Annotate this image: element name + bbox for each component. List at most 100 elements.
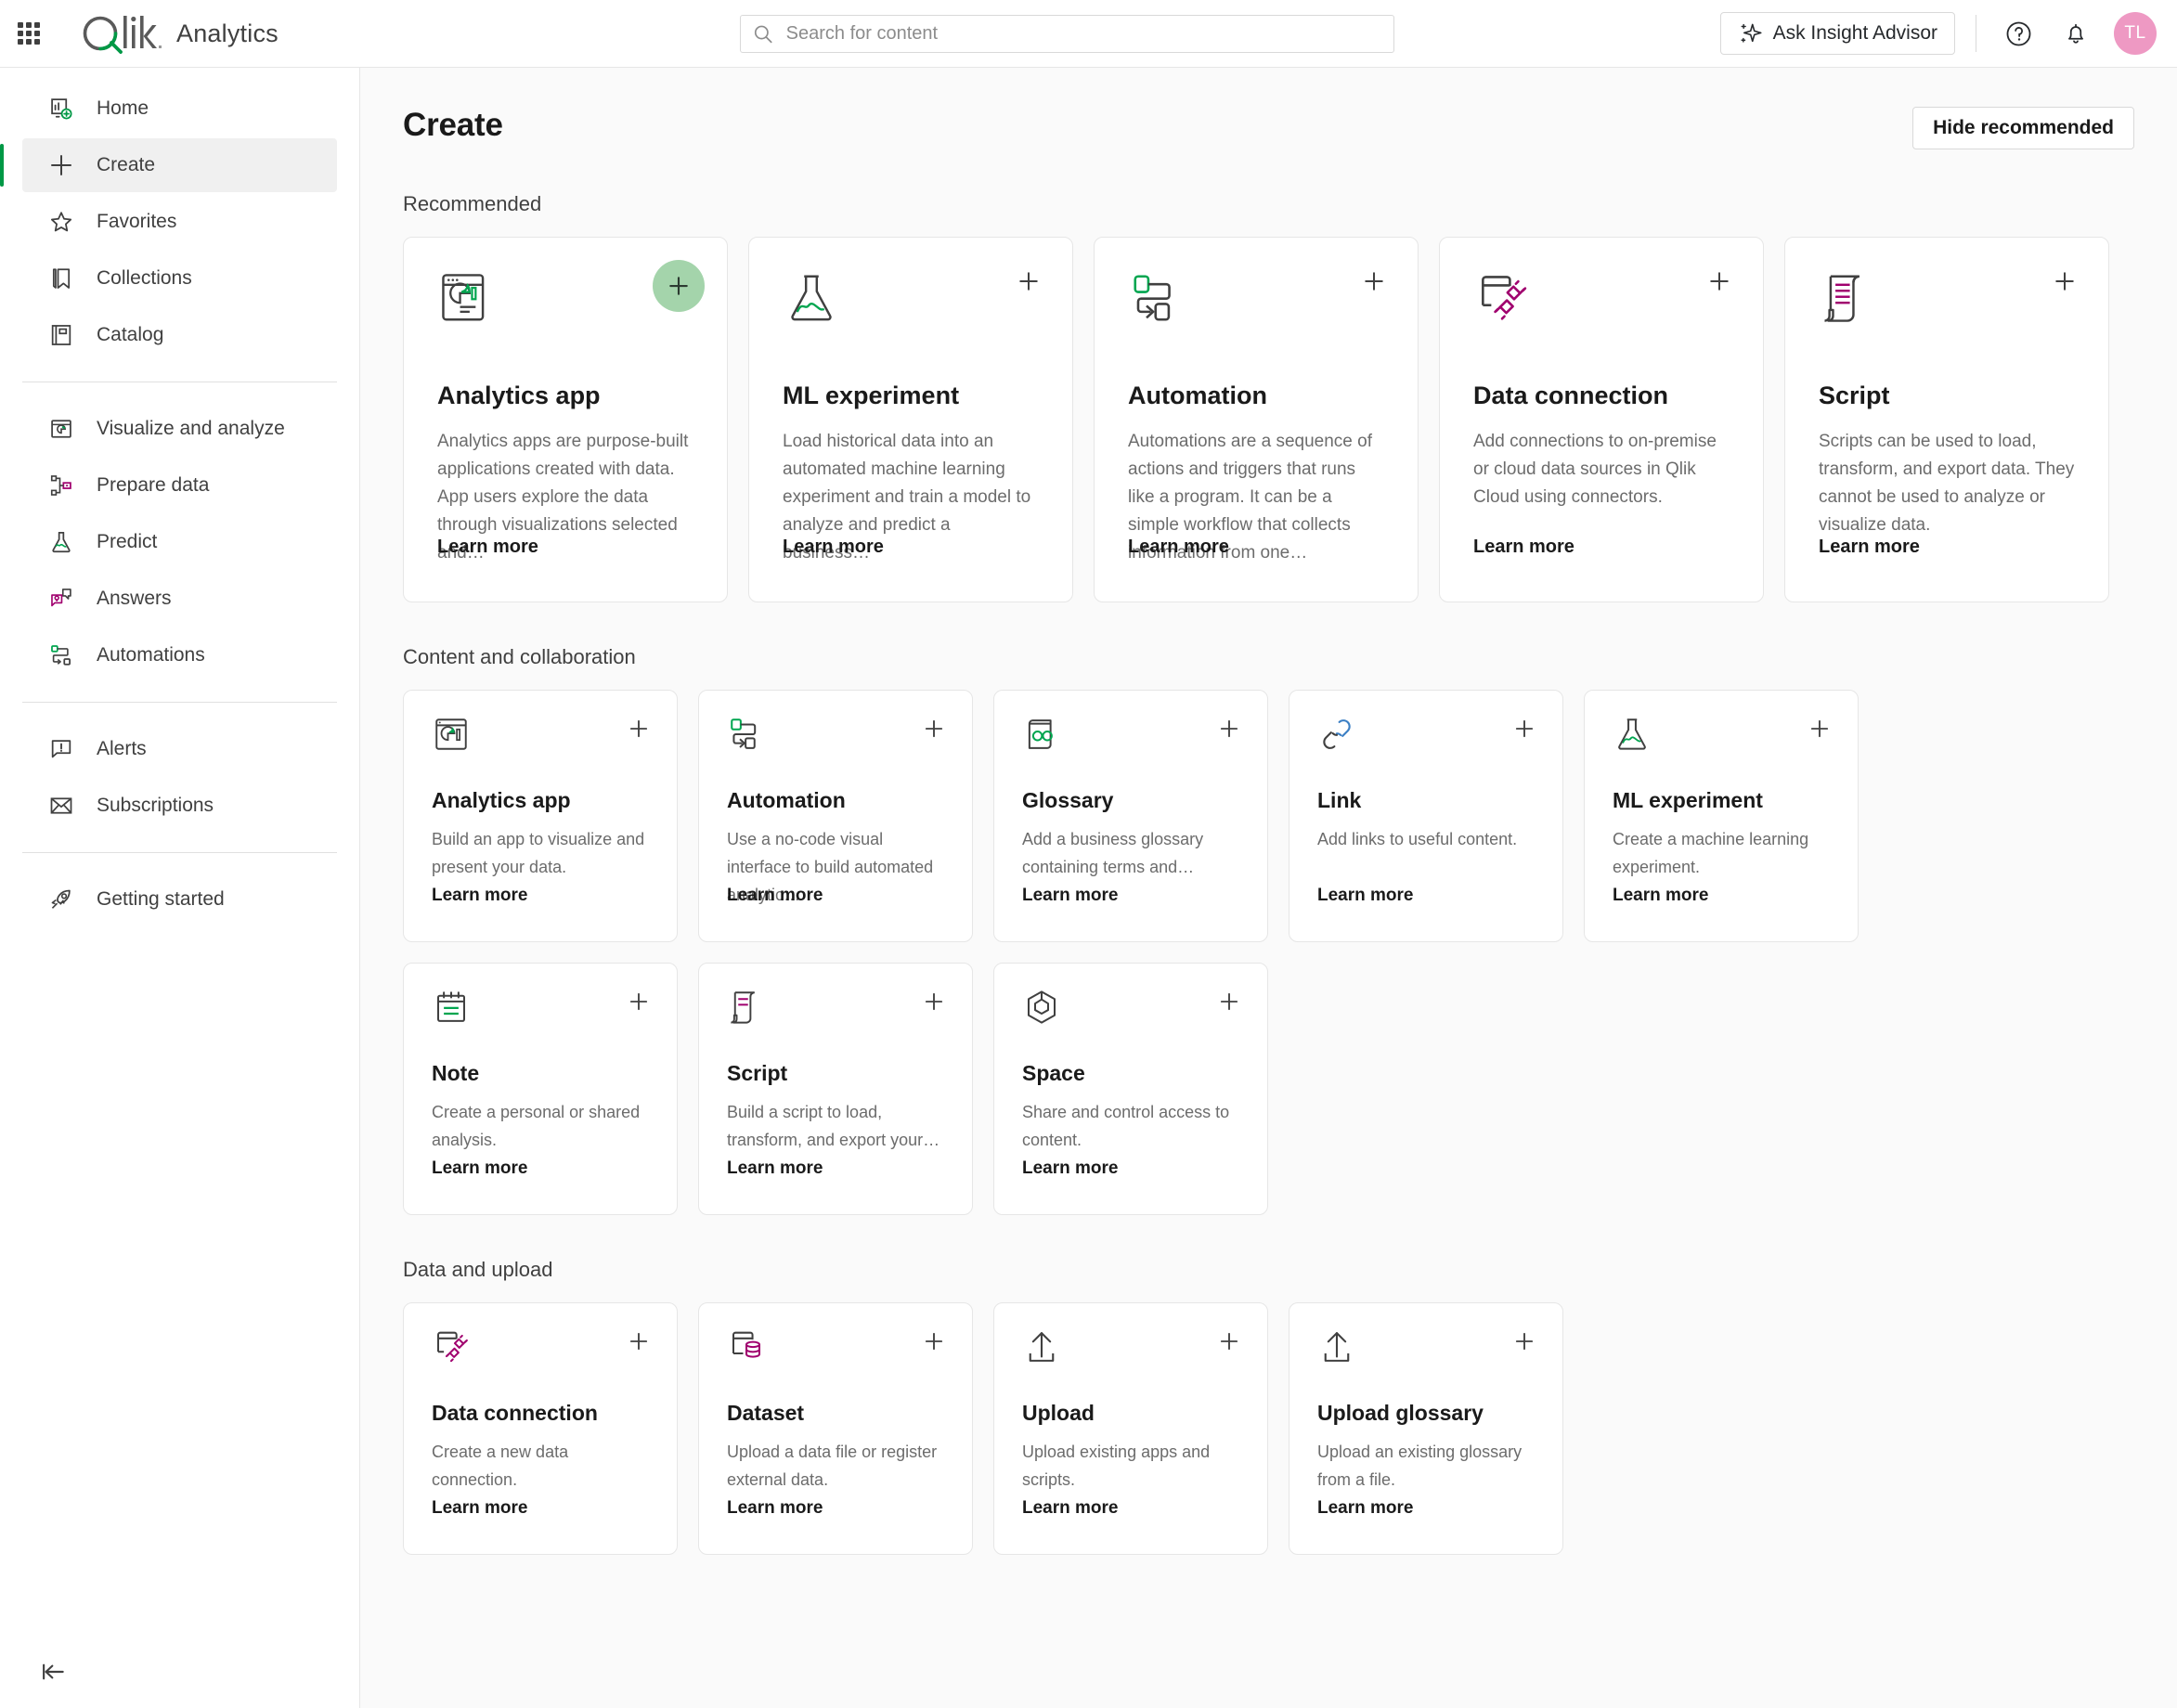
help-button[interactable]	[1997, 12, 2040, 55]
recommended-card-script[interactable]: Script Scripts can be used to load, tran…	[1784, 237, 2109, 602]
sidebar-item-create[interactable]: Create	[0, 138, 337, 192]
learn-more-link[interactable]: Learn more	[1613, 886, 1708, 906]
add-button[interactable]	[1358, 265, 1390, 297]
add-button[interactable]	[1704, 265, 1735, 297]
card-link[interactable]: Link Add links to useful content. Learn …	[1289, 690, 1563, 942]
card-title: Space	[1022, 1061, 1085, 1085]
add-button[interactable]	[1510, 1327, 1538, 1355]
card-data-connection[interactable]: Data connection Create a new data connec…	[403, 1302, 678, 1555]
learn-more-link[interactable]: Learn more	[1022, 1498, 1118, 1519]
collapse-sidebar-button[interactable]	[37, 1656, 69, 1688]
collapse-left-icon	[43, 1663, 64, 1680]
add-button[interactable]	[625, 715, 653, 743]
learn-more-link[interactable]: Learn more	[727, 1498, 823, 1519]
card-analytics-app[interactable]: Analytics app Build an app to visualize …	[403, 690, 678, 942]
learn-more-link[interactable]: Learn more	[727, 1158, 823, 1179]
sidebar-item-home[interactable]: Home	[22, 82, 337, 136]
sidebar-item-collections[interactable]: Collections	[22, 252, 337, 305]
add-button[interactable]	[920, 715, 948, 743]
card-automation[interactable]: Automation Use a no-code visual interfac…	[698, 690, 973, 942]
learn-more-link[interactable]: Learn more	[727, 886, 823, 906]
bell-icon	[2068, 23, 2083, 44]
note-icon	[432, 988, 649, 1036]
plus-icon	[1220, 1332, 1238, 1351]
card-dataset[interactable]: Dataset Upload a data file or register e…	[698, 1302, 973, 1555]
add-button[interactable]	[920, 988, 948, 1016]
ask-insight-advisor-button[interactable]: Ask Insight Advisor	[1719, 12, 1955, 55]
sidebar-item-alerts[interactable]: Alerts	[22, 722, 337, 776]
add-button[interactable]	[1806, 715, 1834, 743]
learn-more-link[interactable]: Learn more	[1317, 1498, 1413, 1519]
sidebar-item-label: Getting started	[97, 888, 225, 910]
add-button[interactable]	[1215, 1327, 1243, 1355]
card-title: Link	[1317, 788, 1362, 812]
notifications-button[interactable]	[2054, 12, 2097, 55]
search-input[interactable]	[785, 23, 1382, 45]
page-title: Create	[403, 107, 503, 143]
sidebar-item-visualize-and-analyze[interactable]: Visualize and analyze	[22, 402, 337, 456]
card-ml-experiment[interactable]: ML experiment Create a machine learning …	[1584, 690, 1859, 942]
card-upload[interactable]: Upload Upload existing apps and scripts.…	[993, 1302, 1268, 1555]
main-content: Create Hide recommended Recommended Anal…	[360, 68, 2177, 1708]
sidebar-item-prepare-data[interactable]: Prepare data	[22, 459, 337, 512]
recommended-card-analytics-app[interactable]: Analytics app Analytics apps are purpose…	[403, 237, 728, 602]
chat-bubbles-icon	[46, 584, 76, 614]
add-button[interactable]	[2049, 265, 2080, 297]
sidebar-item-label: Predict	[97, 531, 158, 552]
card-description: Add a business glossary containing terms…	[1022, 830, 1204, 876]
sidebar-group-help: Getting started	[0, 859, 359, 940]
add-button[interactable]	[625, 1327, 653, 1355]
app-launcher-grid-icon[interactable]	[15, 19, 43, 47]
data-upload-card-grid: Data connection Create a new data connec…	[403, 1302, 2134, 1555]
user-avatar[interactable]: TL	[2114, 12, 2157, 55]
brand-home-link[interactable]: Analytics	[78, 13, 279, 54]
link-icon	[1317, 715, 1535, 763]
sidebar-item-automations[interactable]: Automations	[22, 628, 337, 682]
add-button[interactable]	[625, 988, 653, 1016]
plus-icon	[1365, 272, 1383, 291]
learn-more-link[interactable]: Learn more	[1022, 886, 1118, 906]
card-note[interactable]: Note Create a personal or shared analysi…	[403, 963, 678, 1215]
section-title-recommended: Recommended	[403, 192, 542, 215]
plus-icon	[1810, 719, 1829, 738]
page-header: Create Hide recommended	[403, 107, 2134, 149]
sidebar-item-favorites[interactable]: Favorites	[22, 195, 337, 249]
card-space[interactable]: Space Share and control access to conten…	[993, 963, 1268, 1215]
avatar-initials: TL	[2124, 23, 2146, 43]
learn-more-link[interactable]: Learn more	[432, 1498, 527, 1519]
add-button[interactable]	[1215, 715, 1243, 743]
sidebar-item-subscriptions[interactable]: Subscriptions	[22, 779, 337, 833]
sidebar-item-getting-started[interactable]: Getting started	[22, 873, 337, 926]
sidebar-item-answers[interactable]: Answers	[22, 572, 337, 626]
learn-more-link[interactable]: Learn more	[1819, 537, 1920, 558]
recommended-card-ml-experiment[interactable]: ML experiment Load historical data into …	[748, 237, 1073, 602]
card-title: Data connection	[1473, 382, 1669, 409]
add-button[interactable]	[1215, 988, 1243, 1016]
sidebar-item-label: Home	[97, 97, 149, 119]
learn-more-link[interactable]: Learn more	[783, 537, 884, 558]
hide-recommended-button[interactable]: Hide recommended	[1912, 107, 2134, 149]
card-title: Data connection	[432, 1401, 598, 1425]
recommended-card-automation[interactable]: Automation Automations are a sequence of…	[1094, 237, 1419, 602]
add-button[interactable]	[653, 260, 705, 312]
learn-more-link[interactable]: Learn more	[1317, 886, 1413, 906]
add-button[interactable]	[1013, 265, 1044, 297]
learn-more-link[interactable]: Learn more	[1473, 537, 1574, 558]
card-upload-glossary[interactable]: Upload glossary Upload an existing gloss…	[1289, 1302, 1563, 1555]
sidebar-item-predict[interactable]: Predict	[22, 515, 337, 569]
add-button[interactable]	[1510, 715, 1538, 743]
card-glossary[interactable]: Glossary Add a business glossary contain…	[993, 690, 1268, 942]
learn-more-link[interactable]: Learn more	[1022, 1158, 1118, 1179]
learn-more-link[interactable]: Learn more	[437, 537, 538, 558]
learn-more-link[interactable]: Learn more	[432, 886, 527, 906]
sidebar-group-primary: Home Create Favorites Collections Catalo…	[0, 68, 359, 376]
sidebar-item-catalog[interactable]: Catalog	[22, 308, 337, 362]
automation-flow-icon	[1128, 269, 1384, 340]
card-script[interactable]: Script Build a script to load, transform…	[698, 963, 973, 1215]
recommended-card-data-connection[interactable]: Data connection Add connections to on-pr…	[1439, 237, 1764, 602]
add-button[interactable]	[920, 1327, 948, 1355]
learn-more-link[interactable]: Learn more	[1128, 537, 1229, 558]
sidebar-item-label: Automations	[97, 644, 205, 666]
learn-more-link[interactable]: Learn more	[432, 1158, 527, 1179]
search-box[interactable]	[740, 15, 1394, 53]
